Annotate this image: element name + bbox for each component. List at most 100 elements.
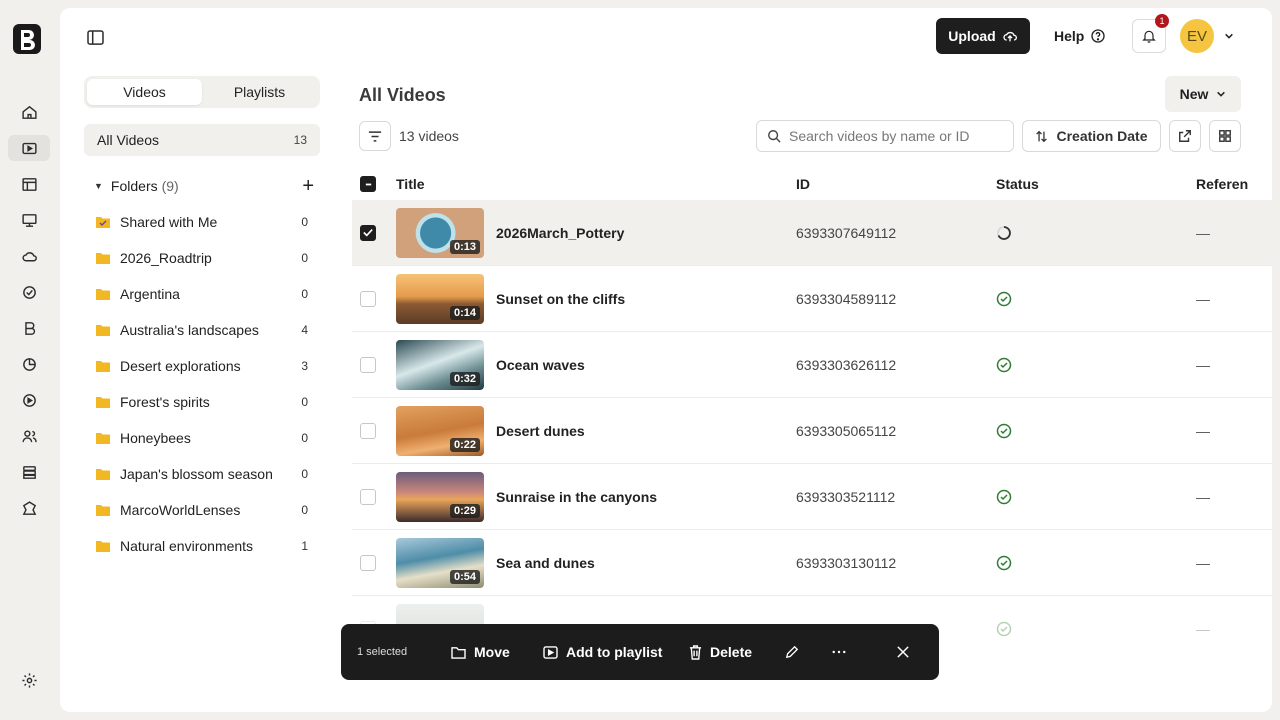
all-videos-item[interactable]: All Videos 13 <box>84 124 320 156</box>
badge-icon[interactable] <box>17 280 41 304</box>
sort-button[interactable]: Creation Date <box>1022 120 1161 152</box>
folder-count: 0 <box>301 467 308 481</box>
upload-button[interactable]: Upload <box>936 18 1030 54</box>
row-checkbox[interactable] <box>360 488 376 505</box>
video-thumbnail[interactable]: 0:29 <box>396 472 484 522</box>
table-row[interactable]: 0:22 Desert dunes 6393305065112 — <box>352 398 1272 464</box>
folder-item[interactable]: MarcoWorldLenses 0 <box>96 492 308 528</box>
folder-item[interactable]: Desert explorations 3 <box>96 348 308 384</box>
folder-item[interactable]: Japan's blossom season 0 <box>96 456 308 492</box>
more-icon[interactable] <box>832 650 846 654</box>
cloud-icon[interactable] <box>17 244 41 268</box>
table-icon[interactable] <box>17 172 41 196</box>
select-all-checkbox[interactable] <box>360 176 376 192</box>
column-title[interactable]: Title <box>396 176 425 192</box>
sidebar-toggle-icon[interactable] <box>84 26 106 48</box>
table-row[interactable]: 0:32 Ocean waves 6393303626112 — <box>352 332 1272 398</box>
tab-playlists[interactable]: Playlists <box>202 79 317 105</box>
video-title[interactable]: Ocean waves <box>496 357 585 373</box>
database-icon[interactable] <box>17 460 41 484</box>
play-icon[interactable] <box>17 388 41 412</box>
help-button[interactable]: Help <box>1054 18 1106 54</box>
folder-count: 1 <box>301 539 308 553</box>
row-checkbox[interactable] <box>360 290 376 307</box>
folder-item[interactable]: Argentina 0 <box>96 276 308 312</box>
status-ready-icon <box>996 291 1012 306</box>
table-row[interactable]: 0:14 Sunset on the cliffs 6393304589112 — <box>352 266 1272 332</box>
export-button[interactable] <box>1169 120 1201 152</box>
row-checkbox[interactable] <box>360 224 376 241</box>
table-row[interactable]: 0:13 2026March_Pottery 6393307649112 — <box>352 200 1272 266</box>
table-header: Title ID Status Referen <box>352 168 1272 200</box>
users-icon[interactable] <box>17 424 41 448</box>
close-icon[interactable] <box>897 646 909 658</box>
folder-item[interactable]: Natural environments 1 <box>96 528 308 564</box>
filter-button[interactable] <box>359 121 391 151</box>
folder-name: Argentina <box>120 286 180 302</box>
monitor-icon[interactable] <box>17 208 41 232</box>
video-id: 6393307649112 <box>796 224 897 241</box>
table-row[interactable]: 0:54 Sea and dunes 6393303130112 — <box>352 530 1272 596</box>
video-id: 6393303521112 <box>796 488 896 505</box>
search-box[interactable] <box>756 120 1014 152</box>
folder-icon <box>96 325 110 336</box>
notifications-button[interactable]: 1 <box>1132 14 1169 53</box>
search-input[interactable] <box>789 128 989 144</box>
caret-down-icon[interactable]: ▼ <box>94 181 103 191</box>
video-icon[interactable] <box>8 135 50 161</box>
column-id[interactable]: ID <box>796 176 810 192</box>
search-icon <box>768 130 781 143</box>
video-table: Title ID Status Referen 0:13 2026March_Po… <box>352 168 1272 662</box>
folder-item[interactable]: Shared with Me 0 <box>96 204 308 240</box>
status-ready-icon <box>996 423 1012 438</box>
folders-header[interactable]: ▼ Folders (9) + <box>94 176 314 196</box>
new-button[interactable]: New <box>1165 76 1241 112</box>
column-status[interactable]: Status <box>996 176 1039 192</box>
video-thumbnail[interactable]: 0:13 <box>396 208 484 258</box>
puzzle-icon[interactable] <box>17 496 41 520</box>
bell-icon <box>1142 30 1156 43</box>
video-id: 6393305065112 <box>796 422 897 439</box>
delete-button[interactable]: Delete <box>689 644 752 660</box>
folder-count: 0 <box>301 215 308 229</box>
folder-item[interactable]: Australia's landscapes 4 <box>96 312 308 348</box>
column-reference[interactable]: Referen <box>1196 176 1272 192</box>
table-row[interactable]: 0:29 Sunraise in the canyons 6393303521112… <box>352 464 1272 530</box>
video-thumbnail[interactable]: 0:14 <box>396 274 484 324</box>
avatar[interactable]: EV <box>1180 19 1214 53</box>
video-thumbnail[interactable]: 0:22 <box>396 406 484 456</box>
row-checkbox[interactable] <box>360 554 376 571</box>
analytics-icon[interactable] <box>17 352 41 376</box>
folder-item[interactable]: 2026_Roadtrip 0 <box>96 240 308 276</box>
add-to-playlist-button[interactable]: Add to playlist <box>543 644 662 660</box>
add-folder-icon[interactable]: + <box>302 176 314 196</box>
row-checkbox[interactable] <box>360 356 376 373</box>
video-title[interactable]: Sea and dunes <box>496 555 595 571</box>
video-title[interactable]: Sunset on the cliffs <box>496 291 625 307</box>
video-id: 6393303130112 <box>796 554 897 571</box>
video-title[interactable]: 2026March_Pottery <box>496 225 624 241</box>
delete-label: Delete <box>710 644 753 660</box>
video-title[interactable]: Sunraise in the canyons <box>496 489 657 505</box>
grid-view-button[interactable] <box>1209 120 1241 152</box>
folder-icon <box>96 541 110 552</box>
video-thumbnail[interactable]: 0:54 <box>396 538 484 588</box>
folder-item[interactable]: Honeybees 0 <box>96 420 308 456</box>
move-label: Move <box>474 644 510 660</box>
tab-videos[interactable]: Videos <box>87 79 202 105</box>
brand-logo[interactable] <box>12 22 44 56</box>
video-title[interactable]: Desert dunes <box>496 423 585 439</box>
chevron-down-icon[interactable] <box>1224 19 1234 53</box>
settings-icon[interactable] <box>17 668 41 692</box>
edit-icon[interactable] <box>785 645 799 659</box>
folder-name: Shared with Me <box>120 214 218 230</box>
video-thumbnail[interactable]: 0:32 <box>396 340 484 390</box>
brand-icon[interactable] <box>17 316 41 340</box>
move-button[interactable]: Move <box>451 644 510 660</box>
chevron-down-icon <box>1217 91 1226 97</box>
folder-item[interactable]: Forest's spirits 0 <box>96 384 308 420</box>
home-icon[interactable] <box>17 100 41 124</box>
share-icon <box>1179 130 1191 142</box>
video-reference: — <box>1196 554 1210 571</box>
row-checkbox[interactable] <box>360 422 376 439</box>
